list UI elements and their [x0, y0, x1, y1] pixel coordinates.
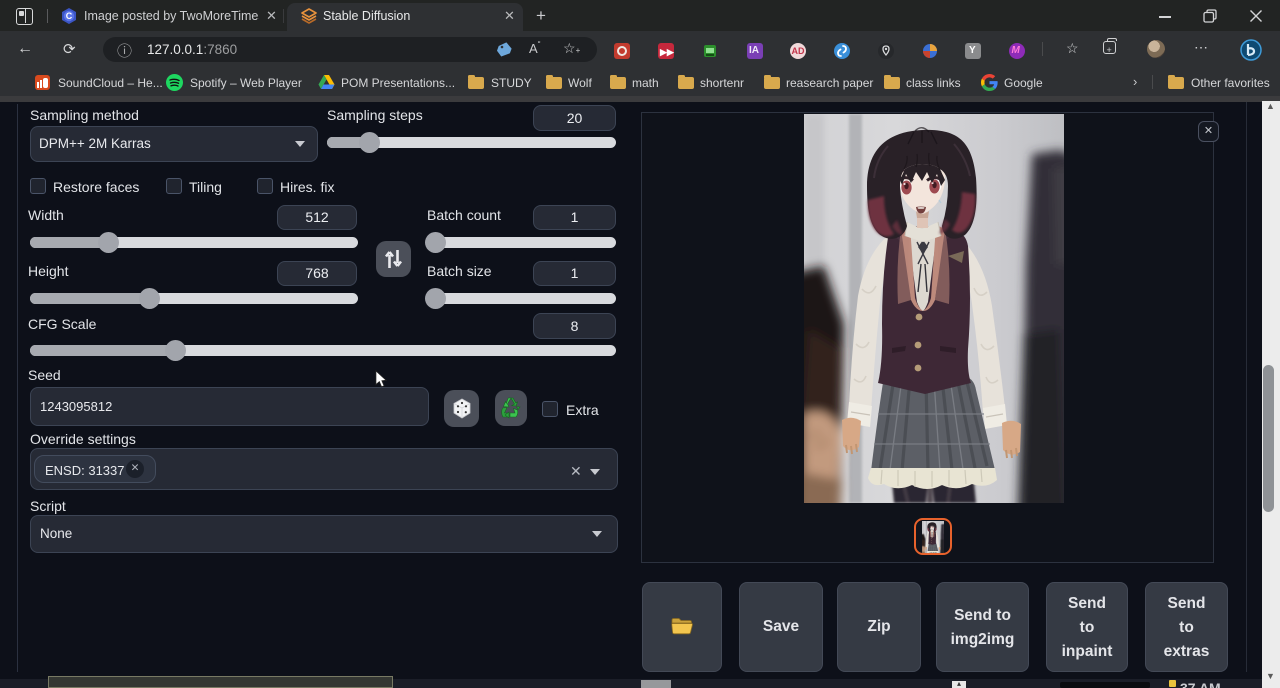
svg-text:C: C [66, 11, 73, 21]
